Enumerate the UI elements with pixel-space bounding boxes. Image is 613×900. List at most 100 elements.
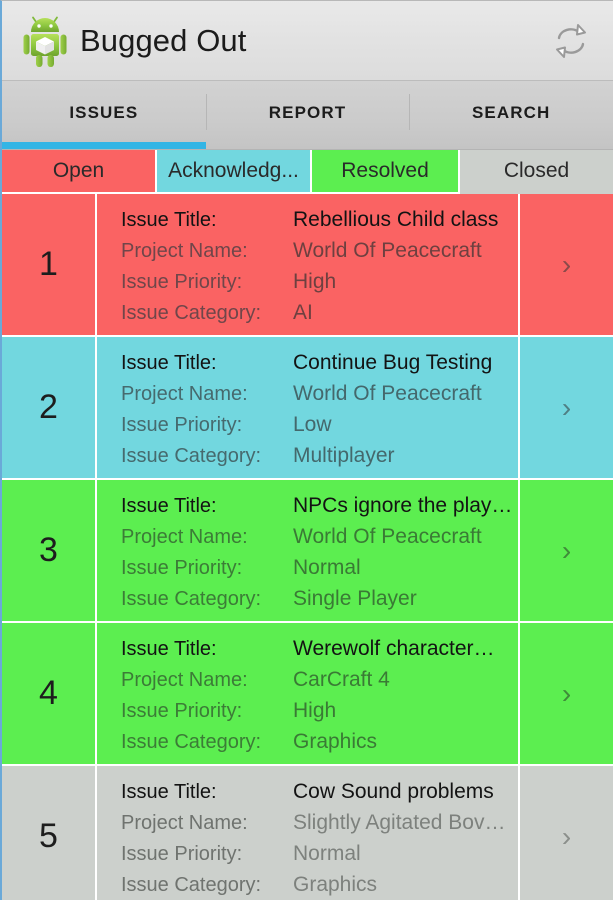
field-value-issue-category: Graphics: [293, 873, 378, 896]
table-row[interactable]: 4 Issue Title: Werewolf character… Proje…: [2, 623, 613, 766]
field-issue-title: Issue Title: Werewolf character…: [121, 637, 518, 668]
field-issue-title: Issue Title: Rebellious Child class: [121, 208, 518, 239]
field-value-project-name: World Of Peacecraft: [293, 239, 482, 262]
field-label-issue-priority: Issue Priority:: [121, 843, 243, 865]
field-value-issue-category: Single Player: [293, 587, 417, 610]
field-project-name: Project Name: Slightly Agitated Bov…: [121, 811, 518, 842]
row-details: Issue Title: Rebellious Child class Proj…: [97, 194, 520, 335]
tab-search[interactable]: SEARCH: [409, 81, 613, 149]
field-issue-category: Issue Category: Multiplayer: [121, 444, 518, 475]
row-details: Issue Title: Werewolf character… Project…: [97, 623, 520, 764]
row-details: Issue Title: Continue Bug Testing Projec…: [97, 337, 520, 478]
field-project-name: Project Name: CarCraft 4: [121, 668, 518, 699]
field-label-issue-title: Issue Title:: [121, 781, 217, 803]
field-value-issue-priority: Low: [293, 413, 332, 436]
filter-tab-acknowledged-label: Acknowledg...: [168, 159, 299, 182]
field-label-project-name: Project Name:: [121, 669, 248, 691]
filter-tab-open-label: Open: [52, 159, 105, 182]
field-value-project-name: Slightly Agitated Bov…: [293, 811, 506, 834]
field-issue-title: Issue Title: Cow Sound problems: [121, 780, 518, 811]
field-value-issue-priority: High: [293, 699, 337, 722]
filter-tab-closed[interactable]: Closed: [460, 150, 613, 194]
field-value-issue-priority: High: [293, 270, 337, 293]
field-issue-title: Issue Title: NPCs ignore the play…: [121, 494, 518, 525]
field-issue-category: Issue Category: Single Player: [121, 587, 518, 618]
status-filter-bar: Open Acknowledg... Resolved Closed: [2, 150, 613, 194]
field-label-issue-title: Issue Title:: [121, 209, 217, 231]
field-label-issue-category: Issue Category:: [121, 588, 262, 610]
field-value-issue-category: Multiplayer: [293, 444, 395, 467]
field-issue-priority: Issue Priority: Normal: [121, 556, 518, 587]
filter-tab-resolved-label: Resolved: [341, 159, 429, 182]
field-project-name: Project Name: World Of Peacecraft: [121, 525, 518, 556]
field-project-name: Project Name: World Of Peacecraft: [121, 239, 518, 270]
field-label-issue-priority: Issue Priority:: [121, 271, 243, 293]
field-value-issue-title: Continue Bug Testing: [293, 351, 493, 374]
page-title: Bugged Out: [80, 23, 247, 58]
field-value-issue-title: Rebellious Child class: [293, 208, 499, 231]
field-label-issue-category: Issue Category:: [121, 731, 262, 753]
row-details: Issue Title: NPCs ignore the play… Proje…: [97, 480, 520, 621]
filter-tab-closed-label: Closed: [503, 159, 570, 182]
tab-issues[interactable]: ISSUES: [2, 81, 206, 149]
app-root: Bugged Out ISSUES REPORT SEARCH Open Ack…: [0, 0, 613, 900]
table-row[interactable]: 5 Issue Title: Cow Sound problems Projec…: [2, 766, 613, 900]
field-label-issue-priority: Issue Priority:: [121, 414, 243, 436]
table-row[interactable]: 2 Issue Title: Continue Bug Testing Proj…: [2, 337, 613, 480]
field-label-issue-priority: Issue Priority:: [121, 700, 243, 722]
field-label-project-name: Project Name:: [121, 383, 248, 405]
tab-search-label: SEARCH: [471, 102, 551, 122]
chevron-right-icon[interactable]: ›: [520, 480, 613, 621]
filter-tab-open[interactable]: Open: [2, 150, 157, 194]
row-index: 5: [2, 766, 97, 900]
field-value-issue-title: Cow Sound problems: [293, 780, 494, 803]
field-value-issue-priority: Normal: [293, 842, 361, 865]
field-value-project-name: CarCraft 4: [293, 668, 390, 691]
field-label-issue-category: Issue Category:: [121, 874, 262, 896]
chevron-right-icon[interactable]: ›: [520, 623, 613, 764]
field-label-project-name: Project Name:: [121, 812, 248, 834]
tab-issues-label: ISSUES: [69, 102, 139, 122]
table-row[interactable]: 3 Issue Title: NPCs ignore the play… Pro…: [2, 480, 613, 623]
android-robot-icon: [20, 13, 70, 69]
tab-report[interactable]: REPORT: [205, 81, 410, 149]
row-index: 1: [2, 194, 97, 335]
tab-report-label: REPORT: [268, 102, 347, 122]
field-value-issue-category: Graphics: [293, 730, 378, 753]
chevron-right-icon[interactable]: ›: [520, 337, 613, 478]
field-issue-priority: Issue Priority: Normal: [121, 842, 518, 873]
field-value-project-name: World Of Peacecraft: [293, 382, 482, 405]
filter-tab-resolved[interactable]: Resolved: [312, 150, 460, 194]
field-label-issue-priority: Issue Priority:: [121, 557, 243, 579]
field-issue-title: Issue Title: Continue Bug Testing: [121, 351, 518, 382]
row-index: 3: [2, 480, 97, 621]
refresh-sync-icon[interactable]: [543, 13, 599, 69]
row-details: Issue Title: Cow Sound problems Project …: [97, 766, 520, 900]
field-label-project-name: Project Name:: [121, 526, 248, 548]
field-issue-priority: Issue Priority: Low: [121, 413, 518, 444]
chevron-right-icon[interactable]: ›: [520, 766, 613, 900]
chevron-right-icon[interactable]: ›: [520, 194, 613, 335]
issue-list[interactable]: 1 Issue Title: Rebellious Child class Pr…: [2, 194, 613, 900]
field-issue-category: Issue Category: Graphics: [121, 873, 518, 900]
field-label-project-name: Project Name:: [121, 240, 248, 262]
field-issue-category: Issue Category: Graphics: [121, 730, 518, 761]
row-index: 4: [2, 623, 97, 764]
field-issue-priority: Issue Priority: High: [121, 270, 518, 301]
field-label-issue-title: Issue Title:: [121, 638, 217, 660]
field-project-name: Project Name: World Of Peacecraft: [121, 382, 518, 413]
top-tab-bar: ISSUES REPORT SEARCH: [2, 81, 613, 150]
field-issue-category: Issue Category: AI: [121, 301, 518, 332]
field-label-issue-title: Issue Title:: [121, 352, 217, 374]
field-label-issue-title: Issue Title:: [121, 495, 217, 517]
field-value-issue-category: AI: [293, 301, 313, 324]
field-value-issue-title: Werewolf character…: [293, 637, 495, 660]
field-value-project-name: World Of Peacecraft: [293, 525, 482, 548]
field-value-issue-title: NPCs ignore the play…: [293, 494, 513, 517]
field-value-issue-priority: Normal: [293, 556, 361, 579]
filter-tab-acknowledged[interactable]: Acknowledg...: [157, 150, 312, 194]
action-bar: Bugged Out: [2, 1, 613, 81]
table-row[interactable]: 1 Issue Title: Rebellious Child class Pr…: [2, 194, 613, 337]
field-label-issue-category: Issue Category:: [121, 445, 262, 467]
row-index: 2: [2, 337, 97, 478]
